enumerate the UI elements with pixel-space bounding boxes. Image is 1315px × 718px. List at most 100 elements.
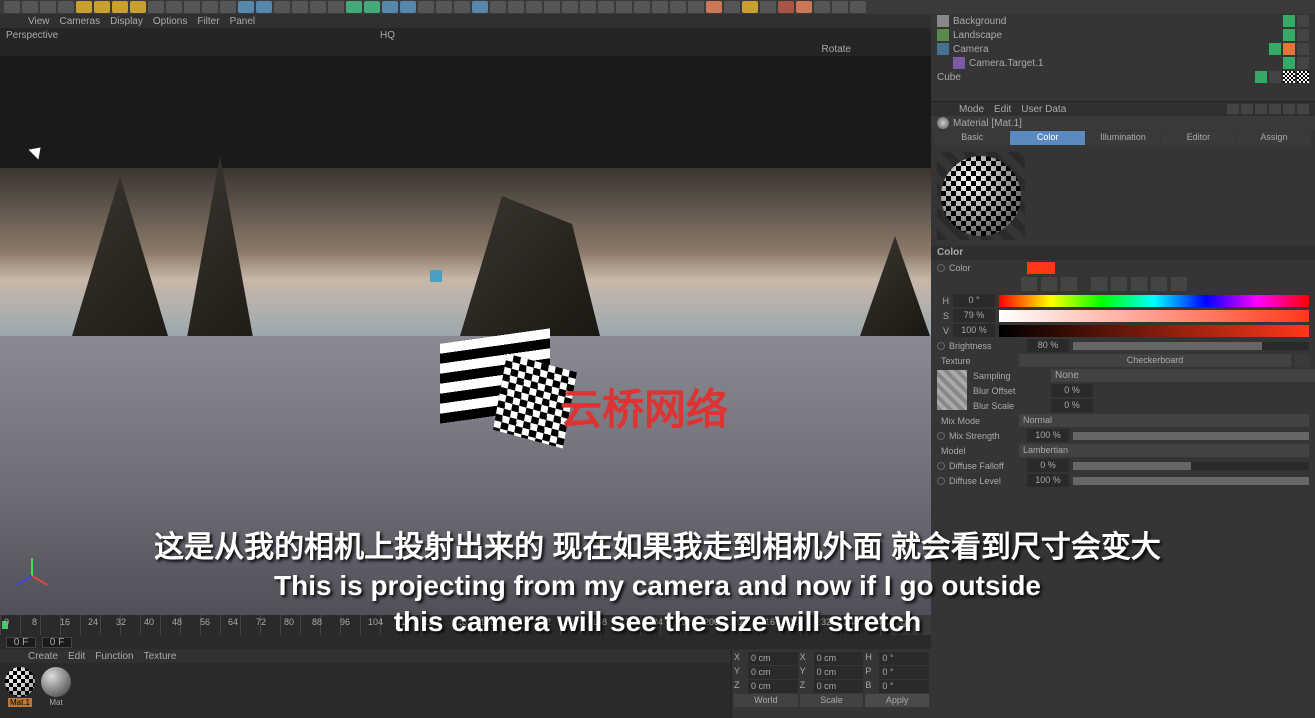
menu-options[interactable]: Options [153,16,187,27]
keyframe-dot[interactable] [937,264,945,272]
toolbar-icon[interactable] [220,1,236,13]
material-preview-icon[interactable] [5,667,35,697]
toolbar-icon[interactable] [724,1,740,13]
tab-editor[interactable]: Editor [1161,131,1235,145]
object-tag[interactable] [1283,71,1295,83]
toolbar-icon[interactable] [742,1,758,13]
coord-value[interactable]: 0 cm [748,652,798,665]
toolbar-icon[interactable] [616,1,632,13]
coord-value[interactable]: 0 cm [814,652,864,665]
tab-illumination[interactable]: Illumination [1086,131,1160,145]
picker-icon[interactable] [1131,277,1147,291]
picker-icon[interactable] [1091,277,1107,291]
difffalloff-slider[interactable] [1073,462,1309,470]
hsv-icon[interactable] [1111,277,1127,291]
brightness-slider[interactable] [1073,342,1309,350]
sampling-value[interactable]: None [1051,369,1315,382]
toolbar-icon[interactable] [760,1,776,13]
preview-sphere[interactable] [941,156,1021,236]
menu-mode[interactable]: Mode [959,104,984,115]
toolbar-icon[interactable] [418,1,434,13]
timeline-ruler[interactable]: 0816243240485664728088961041121201281361… [0,615,891,635]
toolbar-icon[interactable] [328,1,344,13]
toolbar-icon[interactable] [526,1,542,13]
keyframe-dot[interactable] [937,462,945,470]
toolbar-icon[interactable] [148,1,164,13]
toolbar-icon[interactable] [292,1,308,13]
object-tag[interactable] [1269,71,1281,83]
coord-scale[interactable]: Scale [800,694,864,707]
toolbar-icon[interactable] [310,1,326,13]
bluroffset-value[interactable]: 0 % [1051,384,1093,397]
object-tag[interactable] [1269,43,1281,55]
nav-icon[interactable] [1283,104,1295,114]
coord-value[interactable]: 0 ° [879,666,929,679]
object-tag[interactable] [1297,43,1309,55]
menu-panel[interactable]: Panel [230,16,256,27]
toolbar-icon[interactable] [472,1,488,13]
menu-filter[interactable]: Filter [197,16,219,27]
toolbar-icon[interactable] [112,1,128,13]
toolbar-icon[interactable] [706,1,722,13]
mixmode-select[interactable]: Normal [1019,414,1309,427]
mixstrength-value[interactable]: 100 % [1027,429,1069,442]
nav-back-icon[interactable] [1227,104,1239,114]
timeline[interactable]: 0816243240485664728088961041121201281361… [0,615,931,635]
toolbar-icon[interactable] [454,1,470,13]
picker-icon[interactable] [1061,277,1077,291]
toolbar-icon[interactable] [94,1,110,13]
toolbar-icon[interactable] [256,1,272,13]
toolbar-icon[interactable] [202,1,218,13]
menu-userdata[interactable]: User Data [1021,104,1066,115]
axis-gizmo[interactable] [12,555,52,595]
nav-icon[interactable] [1269,104,1281,114]
menu-edit[interactable]: Edit [68,651,85,662]
picker-icon[interactable] [1021,277,1037,291]
toolbar-icon[interactable] [598,1,614,13]
frame-start[interactable]: 0 F [6,637,36,648]
object-tag[interactable] [1297,71,1309,83]
object-tag[interactable] [1283,43,1295,55]
nav-icon[interactable] [1297,104,1309,114]
object-tag[interactable] [1283,15,1295,27]
menu-texture[interactable]: Texture [144,651,177,662]
object-row[interactable]: Camera [931,42,1315,56]
s-value[interactable]: 79 % [953,309,995,322]
toolbar-icon[interactable] [490,1,506,13]
tab-assign[interactable]: Assign [1237,131,1311,145]
keyframe-dot[interactable] [937,477,945,485]
toolbar-icon[interactable] [274,1,290,13]
toolbar-icon[interactable] [580,1,596,13]
toolbar-icon[interactable] [562,1,578,13]
picker-icon[interactable] [1171,277,1187,291]
h-value[interactable]: 0 ° [953,294,995,307]
toolbar-icon[interactable] [58,1,74,13]
toolbar-icon[interactable] [832,1,848,13]
viewport-3d[interactable]: 云桥网络 [0,56,931,615]
toolbar-icon[interactable] [130,1,146,13]
toolbar-icon[interactable] [400,1,416,13]
texture-thumbnail[interactable] [937,370,967,410]
toolbar-icon[interactable] [436,1,452,13]
material-slot[interactable]: Mat [40,667,72,714]
difflevel-value[interactable]: 100 % [1027,474,1069,487]
toolbar-icon[interactable] [382,1,398,13]
toolbar-icon[interactable] [76,1,92,13]
picker-icon[interactable] [1041,277,1057,291]
apply-button[interactable]: Apply [865,694,929,707]
coord-value[interactable]: 0 ° [879,680,929,693]
menu-function[interactable]: Function [95,651,133,662]
nav-fwd-icon[interactable] [1241,104,1253,114]
toolbar-icon[interactable] [184,1,200,13]
toolbar-icon[interactable] [22,1,38,13]
object-tag[interactable] [1297,15,1309,27]
scene-cube[interactable] [430,326,570,456]
toolbar-icon[interactable] [778,1,794,13]
toolbar-icon[interactable] [508,1,524,13]
mixstrength-slider[interactable] [1073,432,1309,440]
brightness-value[interactable]: 80 % [1027,339,1069,352]
keyframe-dot[interactable] [937,342,945,350]
toolbar-icon[interactable] [652,1,668,13]
blurscale-value[interactable]: 0 % [1051,399,1093,412]
coord-value[interactable]: 0 cm [814,666,864,679]
